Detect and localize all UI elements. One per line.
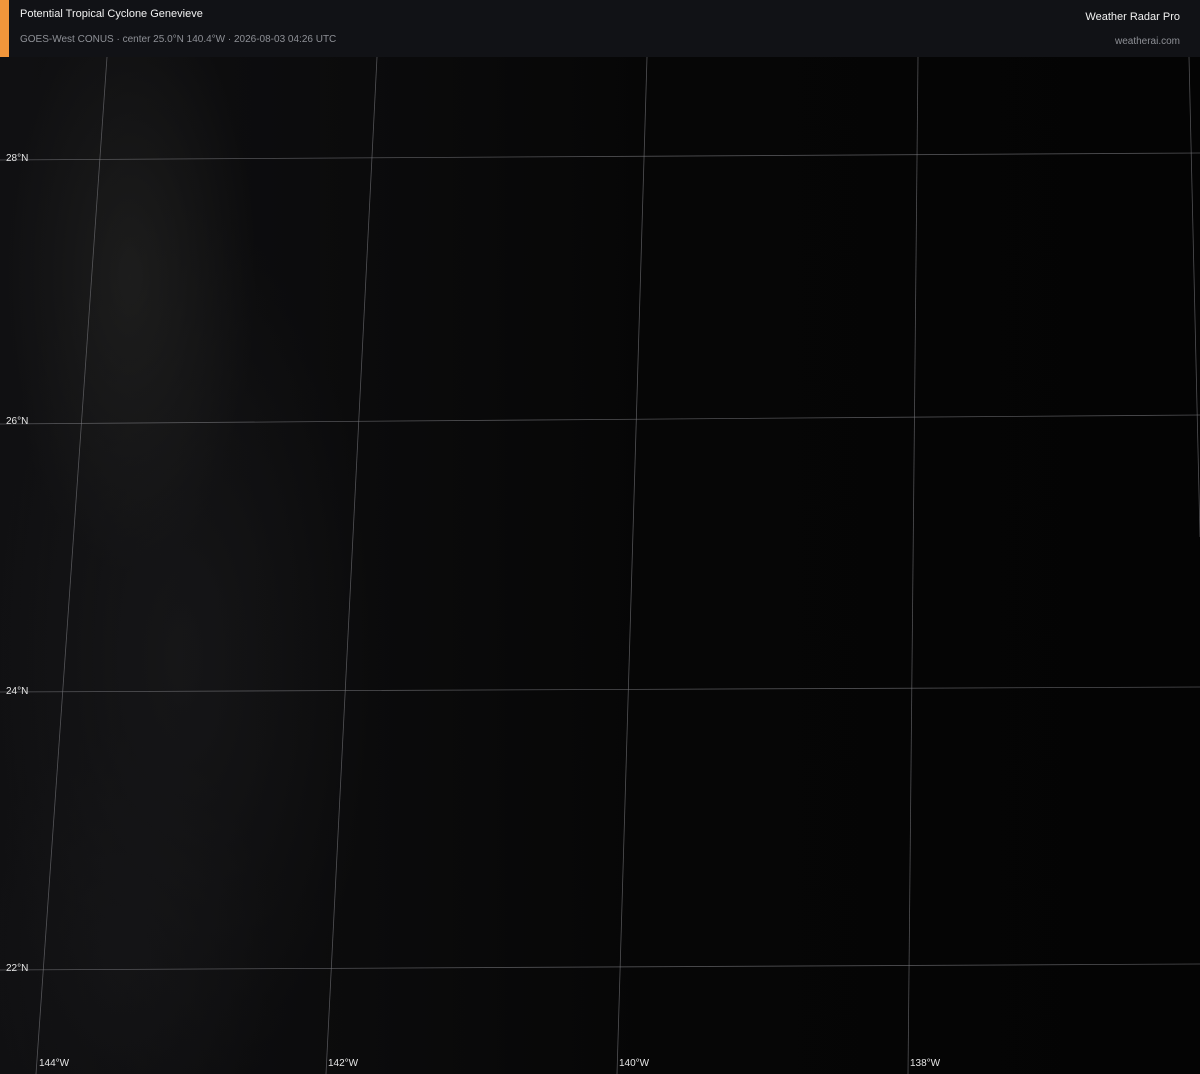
accent-bar	[0, 0, 9, 57]
image-info-subtitle: GOES-West CONUS · center 25.0°N 140.4°W …	[20, 34, 337, 45]
lon-label-142w: 142°W	[328, 1058, 359, 1069]
lon-line-142w	[325, 57, 378, 1074]
lat-line-24n	[0, 686, 1200, 693]
page-title: Potential Tropical Cyclone Genevieve	[20, 8, 203, 20]
lon-label-138w: 138°W	[910, 1058, 941, 1069]
brand-name: Weather Radar Pro	[1085, 11, 1180, 23]
lon-line-140w	[616, 57, 648, 1074]
lat-label-26n: 26°N	[6, 416, 29, 427]
lon-line-144w	[35, 57, 108, 1074]
lon-label-140w: 140°W	[619, 1058, 650, 1069]
lat-label-24n: 24°N	[6, 686, 29, 697]
lat-label-28n: 28°N	[6, 153, 29, 164]
lat-line-22n	[0, 963, 1200, 971]
lat-line-28n	[0, 152, 1200, 161]
lon-line-138w	[907, 57, 919, 1074]
lon-line-136w	[1188, 57, 1200, 538]
graticule	[0, 57, 1200, 1074]
lat-label-22n: 22°N	[6, 963, 29, 974]
header-bar: Potential Tropical Cyclone Genevieve GOE…	[0, 0, 1200, 57]
satellite-map[interactable]: 28°N 26°N 24°N 22°N 144°W 142°W 140°W 13…	[0, 57, 1200, 1074]
lon-label-144w: 144°W	[39, 1058, 70, 1069]
lat-line-26n	[0, 414, 1200, 425]
site-link[interactable]: weatherai.com	[1115, 36, 1180, 47]
